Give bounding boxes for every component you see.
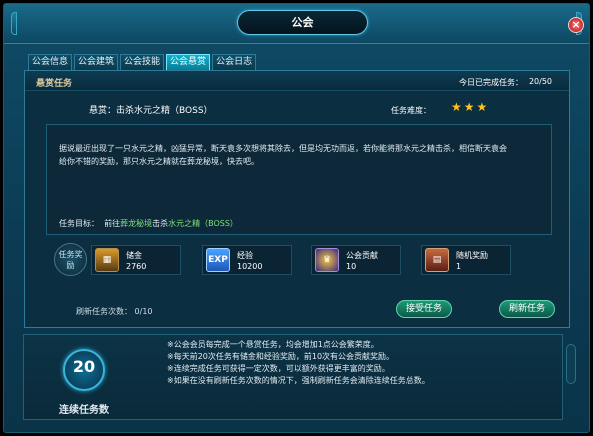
today-completed-label: 今日已完成任务： [459, 78, 523, 87]
reward-random: ▤ 随机奖励 1 [421, 245, 511, 275]
refresh-count: 刷新任务次数： 0/10 [76, 306, 153, 317]
goal-place-link[interactable]: 葬龙秘境 [120, 219, 152, 228]
rewards-row: 任务奖励 ▦ 储金 2760 EXP 经验 10200 ♛ 公会贡献 10 ▤ … [46, 239, 552, 281]
goal-mid: 击杀 [152, 219, 169, 228]
panel-header: 悬赏任务 今日已完成任务： 20/50 [25, 71, 569, 91]
note-line: ※每天前20次任务有储金和经验奖励，前10次有公会贡献奖励。 [167, 352, 395, 361]
contribution-icon: ♛ [315, 248, 339, 272]
reward-name: 经验 [237, 251, 253, 260]
scrollbar[interactable] [566, 344, 576, 384]
accept-quest-button[interactable]: 接受任务 [396, 300, 452, 318]
tab-bar: 公会信息 公会建筑 公会技能 公会悬赏 公会日志 [28, 54, 257, 70]
rewards-badge: 任务奖励 [54, 243, 87, 276]
goal-label: 任务目标： [59, 219, 99, 228]
refresh-quest-button[interactable]: 刷新任务 [499, 300, 555, 318]
streak-emblem: 20 连续任务数 [44, 343, 124, 421]
star-icon: ★ [463, 100, 475, 114]
difficulty-stars: ★ ★ ★ [451, 101, 487, 113]
refresh-count-label: 刷新任务次数： [76, 307, 132, 316]
streak-count: 20 [72, 357, 96, 376]
gold-chest-icon: ▦ [95, 248, 119, 272]
reward-value: 1 [456, 262, 462, 271]
close-icon[interactable]: × [568, 17, 584, 33]
panel-title: 悬赏任务 [36, 79, 73, 89]
tab-guild-log[interactable]: 公会日志 [212, 54, 257, 70]
star-icon: ★ [476, 100, 488, 114]
note-line: ※如果在没有刷新任务次数的情况下，强制刷新任务会清除连续任务总数。 [167, 376, 430, 385]
streak-label: 连续任务数 [59, 405, 109, 416]
reward-contribution: ♛ 公会贡献 10 [311, 245, 401, 275]
reward-gold: ▦ 储金 2760 [91, 245, 181, 275]
note-line: ※公会会员每完成一个悬赏任务，均会增加1点公会繁荣度。 [167, 340, 379, 349]
refresh-count-value: 0/10 [134, 307, 153, 316]
tab-guild-buildings[interactable]: 公会建筑 [74, 54, 119, 70]
exp-icon: EXP [206, 248, 230, 272]
goal-target-link[interactable]: 水元之精（BOSS） [168, 219, 238, 228]
difficulty-label: 任务难度： [391, 106, 431, 115]
note-line: ※连续完成任务可获得一定次数，可以额外获得更丰富的奖励。 [167, 364, 390, 373]
today-completed-value: 20/50 [528, 77, 552, 86]
title-bar[interactable]: 公会 × [4, 4, 589, 44]
reward-name: 储金 [126, 251, 142, 260]
reward-value: 10 [346, 262, 357, 271]
tab-guild-bounty[interactable]: 公会悬赏 [166, 54, 211, 70]
guild-window: 公会 × 公会信息 公会建筑 公会技能 公会悬赏 公会日志 悬赏任务 今日已完成… [3, 3, 590, 433]
reward-name: 随机奖励 [456, 251, 488, 260]
reward-name: 公会贡献 [346, 251, 378, 260]
window-title: 公会 [237, 10, 368, 35]
bounty-title: 悬赏：击杀水元之精（BOSS） [89, 106, 213, 116]
quest-description: 据说最近出现了一只水元之精，凶猛异常，断天袁多次想将其除去，但是均无功而返，若你… [59, 144, 507, 166]
star-icon: ★ [451, 100, 462, 114]
reward-value: 2760 [126, 262, 147, 271]
bottom-info-panel: 20 连续任务数 ※公会会员每完成一个悬赏任务，均会增加1点公会繁荣度。 ※每天… [23, 334, 563, 420]
tab-guild-skills[interactable]: 公会技能 [120, 54, 165, 70]
rules-notes: ※公会会员每完成一个悬赏任务，均会增加1点公会繁荣度。 ※每天前20次任务有储金… [167, 339, 557, 387]
reward-value: 10200 [237, 262, 263, 271]
bounty-panel: 悬赏任务 今日已完成任务： 20/50 悬赏：击杀水元之精（BOSS） 任务难度… [24, 70, 570, 328]
goal-prefix: 前往 [104, 219, 121, 228]
quest-goal: 任务目标： 前往葬龙秘境击杀水元之精（BOSS） [59, 218, 238, 229]
random-reward-icon: ▤ [425, 248, 449, 272]
tab-guild-info[interactable]: 公会信息 [28, 54, 73, 70]
reward-exp: EXP 经验 10200 [202, 245, 292, 275]
titlebar-ornament-left [11, 12, 17, 35]
quest-description-box: 据说最近出现了一只水元之精，凶猛异常，断天袁多次想将其除去，但是均无功而返，若你… [46, 124, 552, 235]
